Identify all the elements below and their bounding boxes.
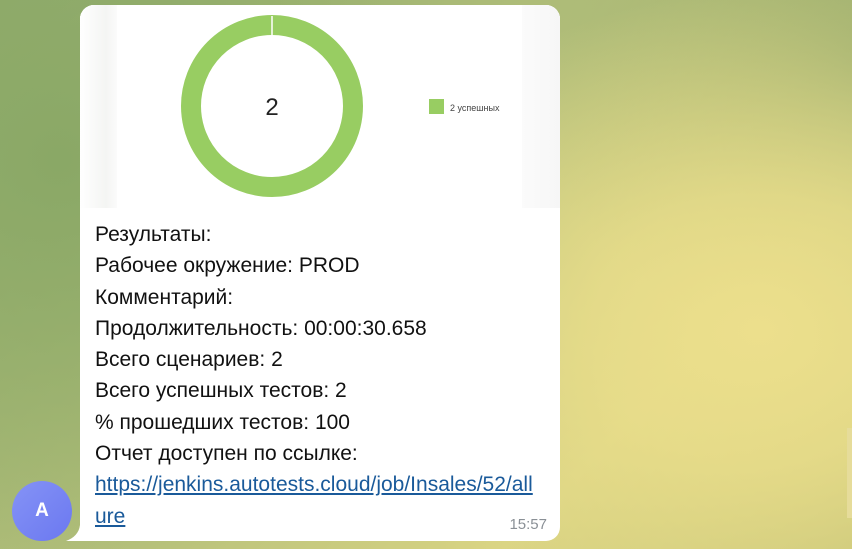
results-label: Результаты: [95,223,212,246]
comment-line: Комментарий: [95,282,550,313]
percent-line: % прошедших тестов: 100 [95,407,550,438]
scenarios-line: Всего сценариев: 2 [95,344,550,375]
report-label: Отчет доступен по ссылке: [95,442,358,466]
env-label: Рабочее окружение: [95,254,293,278]
scenarios-label: Всего сценариев: [95,348,266,372]
passed-value: 2 [335,379,347,403]
legend-swatch-success [429,99,444,114]
window-edge-strip [847,428,852,518]
donut-center-value: 2 [265,94,278,121]
duration-line: Продолжительность: 00:00:30.658 [95,313,550,344]
scenarios-value: 2 [271,348,283,372]
percent-value: 100 [314,410,350,434]
legend-label-success: 2 успешных [450,103,500,113]
duration-label: Продолжительность: [95,316,299,340]
env-value: PROD [298,254,360,278]
avatar-letter: A [35,500,49,521]
report-line: Отчет доступен по ссылке: [95,438,550,469]
results-line: Результаты: [95,219,550,250]
passed-label: Всего успешных тестов: [95,379,330,403]
passed-line: Всего успешных тестов: 2 [95,375,550,406]
message-time: 15:57 [509,516,547,533]
duration-value: 00:00:30.658 [304,316,427,340]
report-link[interactable]: https://jenkins.autotests.cloud/job/Insa… [95,469,540,532]
percent-label: % прошедших тестов: [95,410,310,434]
env-line: Рабочее окружение: PROD [95,250,550,281]
message-bubble[interactable]: 2 2 успешных Результаты: Рабочее окружен… [80,5,560,541]
report-chart-image[interactable]: 2 2 успешных [80,5,560,208]
message-text: Результаты: Рабочее окружение: PROD Комм… [95,219,550,532]
donut-chart: 2 2 успешных [181,15,500,197]
comment-label: Комментарий: [95,285,234,309]
sender-avatar[interactable]: A [12,481,72,541]
